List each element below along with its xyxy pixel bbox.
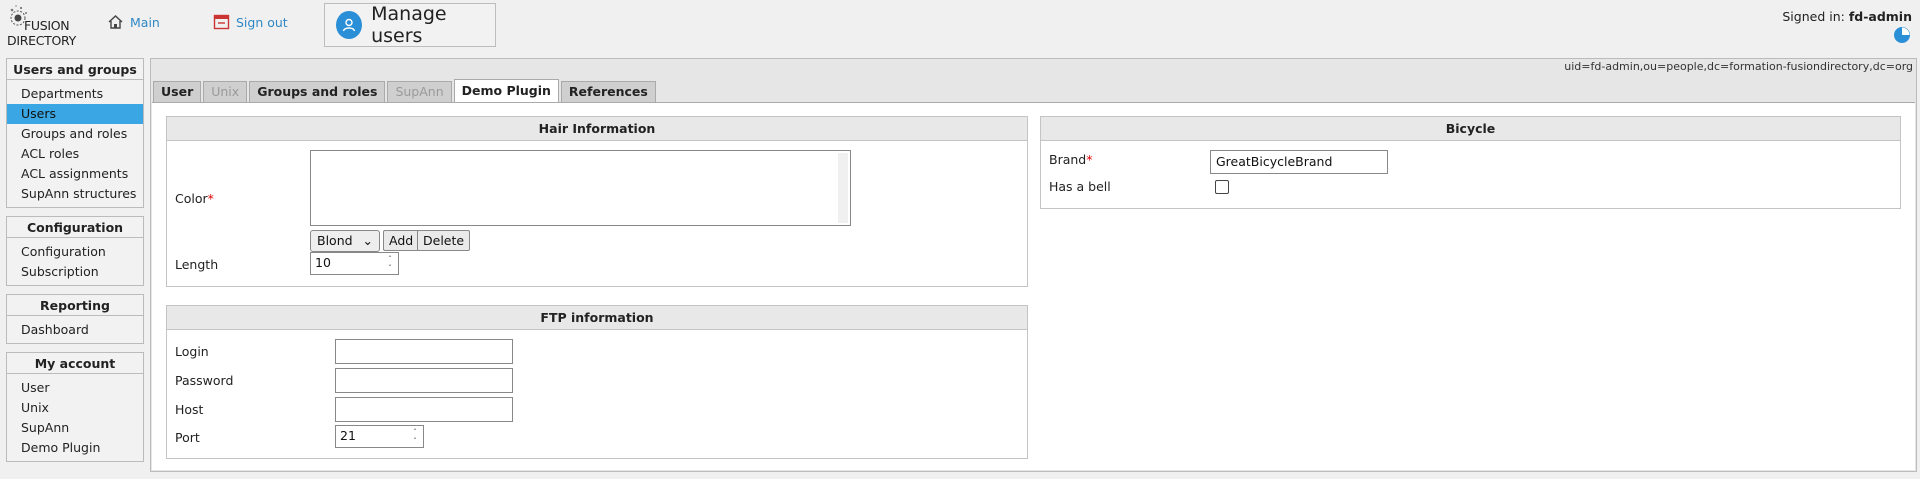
delete-color-button[interactable]: Delete [417, 230, 471, 251]
sidebar-item-departments[interactable]: Departments [7, 84, 143, 104]
tab-demo-plugin[interactable]: Demo Plugin [453, 79, 559, 102]
login-input[interactable] [335, 339, 513, 364]
port-value: 21 [340, 428, 356, 443]
page-title: Manage users [371, 3, 447, 47]
color-label: Color* [175, 191, 214, 206]
chevron-down-icon: ⌄ [362, 233, 373, 248]
has-a-bell-label: Has a bell [1049, 179, 1111, 194]
port-input[interactable]: 21 ˆˇ [335, 425, 424, 448]
signed-in-info: Signed in: fd-admin [1782, 9, 1912, 24]
signed-in-user[interactable]: fd-admin [1849, 9, 1912, 24]
port-spinner-icon[interactable]: ˆˇ [409, 428, 421, 447]
main-panel: uid=fd-admin,ou=people,dc=formation-fusi… [150, 58, 1917, 472]
password-input[interactable] [335, 368, 513, 393]
brand-label-text: Brand [1049, 152, 1087, 167]
host-input[interactable] [335, 397, 513, 422]
sidebar-group-title: Configuration [7, 217, 143, 238]
logo-text-line2: DIRECTORY [7, 33, 76, 48]
sidebar-item-unix[interactable]: Unix [7, 398, 143, 418]
tab-bar: User Unix Groups and roles SupAnn Demo P… [153, 79, 658, 102]
sidebar-item-demo-plugin[interactable]: Demo Plugin [7, 438, 143, 458]
hair-information-section: Hair Information Color* Blond ⌄ Add Dele… [166, 116, 1028, 287]
nav-signout-link[interactable]: Sign out [213, 14, 288, 30]
color-list-scrollbar[interactable] [838, 153, 848, 223]
has-a-bell-checkbox[interactable] [1215, 180, 1229, 194]
logo-text-line1: FUSION [24, 18, 70, 33]
sidebar-item-configuration[interactable]: Configuration [7, 242, 143, 262]
section-title: FTP information [167, 306, 1027, 330]
tab-groups-and-roles[interactable]: Groups and roles [249, 81, 386, 102]
length-label: Length [175, 257, 219, 272]
required-marker: * [1086, 152, 1093, 167]
brand-input[interactable]: GreatBicycleBrand [1210, 150, 1388, 174]
sidebar-item-users[interactable]: Users [7, 104, 143, 124]
session-timer-icon [1894, 27, 1910, 43]
length-value: 10 [315, 255, 331, 270]
sidebar-group-title: My account [7, 353, 143, 374]
tab-supann[interactable]: SupAnn [387, 81, 452, 102]
login-label: Login [175, 344, 209, 359]
color-list[interactable] [310, 150, 851, 226]
tab-content: Hair Information Color* Blond ⌄ Add Dele… [152, 102, 1915, 470]
color-select-value: Blond [317, 233, 353, 248]
length-spinner-icon[interactable]: ˆˇ [384, 255, 396, 274]
sidebar-item-supann[interactable]: SupAnn [7, 418, 143, 438]
sidebar-item-dashboard[interactable]: Dashboard [7, 320, 143, 340]
brand-label: Brand* [1049, 152, 1092, 167]
tab-unix[interactable]: Unix [203, 81, 248, 102]
nav-signout-label: Sign out [236, 14, 288, 30]
logout-icon [213, 14, 230, 30]
length-input[interactable]: 10 ˆˇ [310, 252, 399, 275]
port-label: Port [175, 430, 200, 445]
host-label: Host [175, 402, 204, 417]
sidebar-item-acl-roles[interactable]: ACL roles [7, 144, 143, 164]
sidebar-item-groups-and-roles[interactable]: Groups and roles [7, 124, 143, 144]
sidebar-item-subscription[interactable]: Subscription [7, 262, 143, 282]
sidebar-group-reporting: Reporting Dashboard [6, 294, 144, 344]
sidebar-item-user[interactable]: User [7, 378, 143, 398]
add-color-button[interactable]: Add [383, 230, 420, 251]
home-icon [108, 15, 123, 29]
sidebar-group-users-and-groups: Users and groups Departments Users Group… [6, 58, 144, 208]
fusiondirectory-logo[interactable]: FUSION DIRECTORY [7, 4, 79, 48]
password-label: Password [175, 373, 234, 388]
required-marker: * [207, 191, 214, 206]
tab-references[interactable]: References [560, 81, 656, 102]
sidebar-group-my-account: My account User Unix SupAnn Demo Plugin [6, 352, 144, 462]
page-title-box: Manage users [324, 3, 496, 47]
signed-in-label: Signed in: [1782, 9, 1845, 24]
brand-value: GreatBicycleBrand [1216, 154, 1333, 169]
nav-main-label: Main [130, 14, 160, 30]
object-dn: uid=fd-admin,ou=people,dc=formation-fusi… [1564, 60, 1913, 73]
color-select[interactable]: Blond ⌄ [310, 230, 380, 252]
section-title: Bicycle [1041, 117, 1900, 141]
tab-user[interactable]: User [153, 81, 202, 102]
nav-main-link[interactable]: Main [107, 14, 160, 30]
sidebar-item-acl-assignments[interactable]: ACL assignments [7, 164, 143, 184]
bicycle-section: Bicycle Brand* GreatBicycleBrand Has a b… [1040, 116, 1901, 209]
sidebar-item-supann-structures[interactable]: SupAnn structures [7, 184, 143, 204]
sidebar-group-title: Users and groups [7, 59, 143, 80]
color-label-text: Color [175, 191, 208, 206]
sidebar-group-configuration: Configuration Configuration Subscription [6, 216, 144, 286]
user-icon [336, 11, 363, 39]
ftp-information-section: FTP information Login Password Host Port… [166, 305, 1028, 459]
section-title: Hair Information [167, 117, 1027, 141]
sidebar-group-title: Reporting [7, 295, 143, 316]
